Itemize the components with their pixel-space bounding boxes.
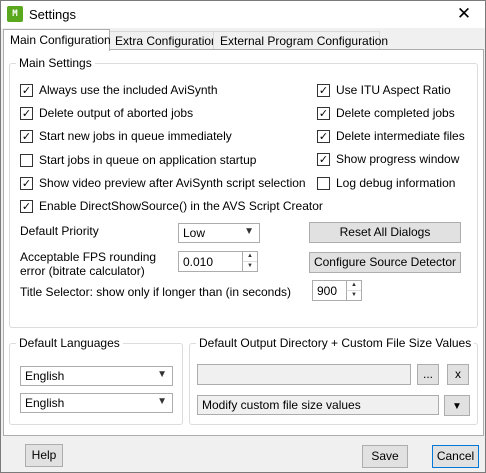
checkbox-always-use-avisynth[interactable]: ✓ Always use the included AviSynth <box>20 82 218 98</box>
language-dropdown-2[interactable]: English ▼ <box>20 393 173 413</box>
checkbox-label: Start new jobs in queue immediately <box>39 129 232 143</box>
title-selector-label: Title Selector: show only if longer than… <box>20 285 292 299</box>
chevron-down-icon: ▼ <box>452 401 462 412</box>
spinner-down-icon[interactable]: ▼ <box>242 262 257 271</box>
main-configuration-page: Main Settings ✓ Always use the included … <box>3 49 484 436</box>
checkbox-label: Show progress window <box>336 152 460 166</box>
fps-rounding-label-line2: error (bitrate calculator) <box>20 264 145 278</box>
output-directory-label: Default Output Directory + Custom File S… <box>196 336 475 350</box>
checkbox-log-debug-info[interactable]: Log debug information <box>317 175 455 191</box>
default-priority-value: Low <box>183 226 206 240</box>
checkbox-label: Always use the included AviSynth <box>39 83 218 97</box>
checkbox-show-progress-window[interactable]: ✓ Show progress window <box>317 151 459 167</box>
checkbox-delete-intermediate-files[interactable]: ✓ Delete intermediate files <box>317 128 465 144</box>
checkbox-delete-completed-jobs[interactable]: ✓ Delete completed jobs <box>317 105 455 121</box>
checkbox-delete-output-aborted[interactable]: ✓ Delete output of aborted jobs <box>20 105 193 121</box>
checkbox-box: ✓ <box>20 176 33 190</box>
checkbox-start-new-jobs[interactable]: ✓ Start new jobs in queue immediately <box>20 128 232 144</box>
checkbox-box: ✓ <box>20 83 33 97</box>
spinner-up-icon[interactable]: ▲ <box>242 252 257 262</box>
checkbox-start-jobs-startup[interactable]: Start jobs in queue on application start… <box>20 152 256 168</box>
settings-window: M Settings ✕ Main Configuration Extra Co… <box>0 0 486 473</box>
window-title: Settings <box>29 7 76 22</box>
fps-rounding-label-line1: Acceptable FPS rounding <box>20 250 157 264</box>
app-icon: M <box>7 6 23 22</box>
checkbox-box <box>20 153 33 167</box>
checkbox-label: Start jobs in queue on application start… <box>39 153 257 167</box>
custom-file-size-dropdown-button[interactable]: ▼ <box>444 395 470 416</box>
main-settings-label: Main Settings <box>16 56 95 70</box>
checkbox-box: ✓ <box>20 199 33 213</box>
fps-rounding-value: 0.010 <box>183 255 214 269</box>
checkbox-label: Show video preview after AviSynth script… <box>39 176 306 190</box>
tab-external-program-configuration[interactable]: External Program Configuration <box>213 31 388 50</box>
tab-main-configuration[interactable]: Main Configuration <box>3 29 111 51</box>
close-icon[interactable]: ✕ <box>449 3 479 25</box>
default-languages-label: Default Languages <box>16 336 123 350</box>
help-button[interactable]: Help <box>25 444 63 467</box>
spinner-down-icon[interactable]: ▼ <box>346 291 361 300</box>
checkbox-box <box>317 176 330 190</box>
language-dropdown-1[interactable]: English ▼ <box>20 366 173 386</box>
spinner-up-icon[interactable]: ▲ <box>346 281 361 291</box>
custom-file-size-value: Modify custom file size values <box>202 398 361 412</box>
title-selector-value: 900 <box>317 284 338 298</box>
checkbox-box: ✓ <box>317 106 330 120</box>
checkbox-label: Delete intermediate files <box>336 129 465 143</box>
language-value-1: English <box>25 369 65 383</box>
checkbox-box: ✓ <box>317 152 330 166</box>
custom-file-size-dropdown[interactable]: Modify custom file size values <box>197 395 439 415</box>
checkbox-box: ✓ <box>20 106 33 120</box>
fps-rounding-spinner[interactable]: 0.010 ▲ ▼ <box>178 251 258 272</box>
save-button[interactable]: Save <box>362 445 408 468</box>
checkbox-enable-directshowsource[interactable]: ✓ Enable DirectShowSource() in the AVS S… <box>20 198 323 214</box>
language-value-2: English <box>25 396 65 410</box>
clear-directory-button[interactable]: x <box>447 364 469 385</box>
configure-source-detector-button[interactable]: Configure Source Detector <box>309 252 461 273</box>
chevron-down-icon: ▼ <box>157 396 167 407</box>
reset-all-dialogs-button[interactable]: Reset All Dialogs <box>309 222 461 243</box>
checkbox-use-itu-aspect[interactable]: ✓ Use ITU Aspect Ratio <box>317 82 451 98</box>
checkbox-show-video-preview[interactable]: ✓ Show video preview after AviSynth scri… <box>20 175 306 191</box>
tab-extra-configuration[interactable]: Extra Configuration <box>108 31 218 50</box>
default-priority-dropdown[interactable]: Low ▼ <box>178 223 260 243</box>
checkbox-label: Enable DirectShowSource() in the AVS Scr… <box>39 199 323 213</box>
checkbox-label: Log debug information <box>336 176 456 190</box>
cancel-button[interactable]: Cancel <box>432 445 479 468</box>
title-bar: M Settings ✕ <box>1 1 485 28</box>
browse-button[interactable]: ... <box>417 364 439 385</box>
checkbox-box: ✓ <box>20 129 33 143</box>
checkbox-box: ✓ <box>317 83 330 97</box>
checkbox-label: Delete output of aborted jobs <box>39 106 194 120</box>
default-priority-label: Default Priority <box>20 224 99 238</box>
title-selector-spinner[interactable]: 900 ▲ ▼ <box>312 280 362 301</box>
output-directory-field[interactable] <box>197 364 411 385</box>
chevron-down-icon: ▼ <box>244 226 254 237</box>
checkbox-label: Use ITU Aspect Ratio <box>336 83 451 97</box>
checkbox-label: Delete completed jobs <box>336 106 455 120</box>
chevron-down-icon: ▼ <box>157 369 167 380</box>
checkbox-box: ✓ <box>317 129 330 143</box>
